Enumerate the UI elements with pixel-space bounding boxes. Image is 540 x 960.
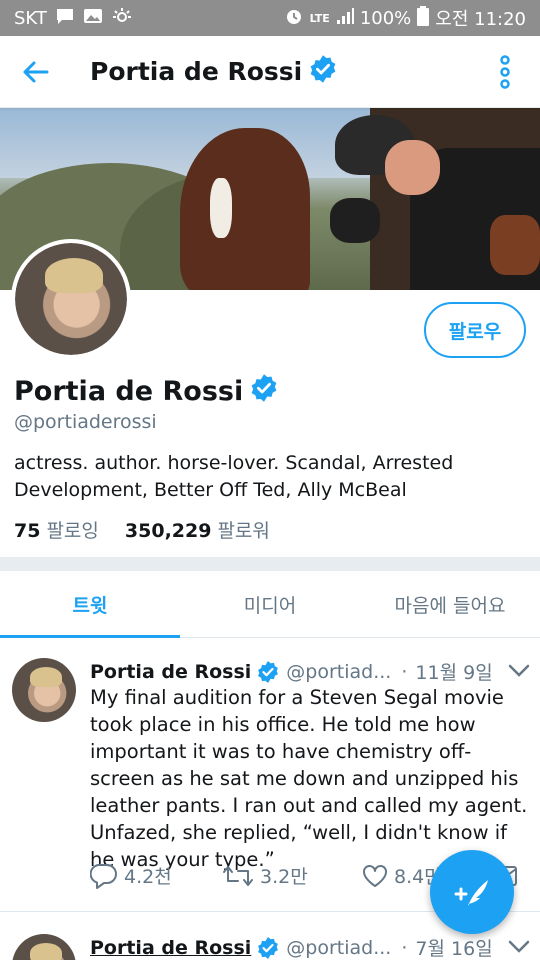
verified-badge-icon [308,54,338,90]
profile-stats: 75 팔로잉 350,229 팔로워 [14,516,270,543]
brightness-icon [111,7,133,30]
verified-badge-icon [256,660,280,684]
more-options-button[interactable] [470,36,540,108]
chevron-down-icon[interactable] [508,937,530,959]
carrier-label: SKT [14,7,47,29]
tweet-date: 7월 16일 [415,938,493,960]
tweet-author-handle: @portiad... [286,660,392,683]
profile-name-text: Portia de Rossi [14,376,244,407]
tab-tweets[interactable]: 트윗 [0,571,180,638]
profile-name: Portia de Rossi [14,373,279,410]
retweet-icon [223,865,253,886]
clock-label: 오전 11:20 [435,9,526,30]
tweet-text: My final audition for a Steven Segal mov… [90,686,528,871]
following-stat[interactable]: 75 팔로잉 [14,516,99,543]
battery-label: 100% [359,7,412,29]
tweet-separator: · [401,936,408,959]
gallery-icon [83,7,103,30]
following-count: 75 [14,520,41,542]
chevron-down-icon[interactable] [508,661,530,683]
app-header: Portia de Rossi [0,36,540,108]
reply-count: 4.2천 [124,866,172,888]
verified-badge-icon [256,936,280,960]
alarm-icon [284,6,304,31]
heart-icon [363,864,387,887]
retweet-count: 3.2만 [260,866,308,888]
compose-feather-icon [454,880,488,906]
follow-button[interactable]: 팔로우 [424,302,526,358]
compose-tweet-button[interactable] [430,850,514,934]
tweet-header: Portia de Rossi @portiad... · 11월 9일 [90,658,530,685]
message-icon [55,7,75,30]
tab-likes[interactable]: 마음에 들어요 [360,571,540,637]
header-title-text: Portia de Rossi [90,57,303,86]
network-label: LTE [309,11,330,25]
reply-button[interactable]: 4.2천 [90,862,222,889]
tweet-header: Portia de Rossi @portiad... · 7월 16일 [90,934,530,960]
verified-badge-icon [249,373,279,410]
page-title: Portia de Rossi [90,54,338,90]
back-button[interactable] [0,36,70,108]
tweet-separator: · [401,660,408,683]
battery-icon [417,5,430,31]
followers-label: 팔로워 [217,520,270,542]
tweet-avatar[interactable] [12,934,76,960]
status-bar: SKT LTE 100% 오전 11:20 [0,0,540,36]
profile-handle: @portiaderossi [14,411,157,433]
tweet-author-name[interactable]: Portia de Rossi [90,937,251,959]
following-label: 팔로잉 [46,520,99,542]
vertical-dots-icon [500,54,510,89]
tweet-date: 11월 9일 [415,662,493,684]
profile-avatar[interactable] [11,239,131,359]
profile-bio: actress. author. horse-lover. Scandal, A… [14,452,454,501]
tab-media[interactable]: 미디어 [180,571,360,637]
signal-icon [336,7,354,30]
followers-count: 350,229 [124,520,212,542]
tweet-author-name[interactable]: Portia de Rossi [90,661,251,683]
retweet-button[interactable]: 3.2만 [222,862,362,889]
section-divider [0,557,540,571]
followers-stat[interactable]: 350,229 팔로워 [125,516,270,543]
reply-icon [90,863,117,889]
tweet-avatar[interactable] [12,658,76,722]
tweet-author-handle: @portiad... [286,936,392,959]
profile-tabs: 트윗 미디어 마음에 들어요 [0,571,540,638]
back-arrow-icon [23,61,49,82]
